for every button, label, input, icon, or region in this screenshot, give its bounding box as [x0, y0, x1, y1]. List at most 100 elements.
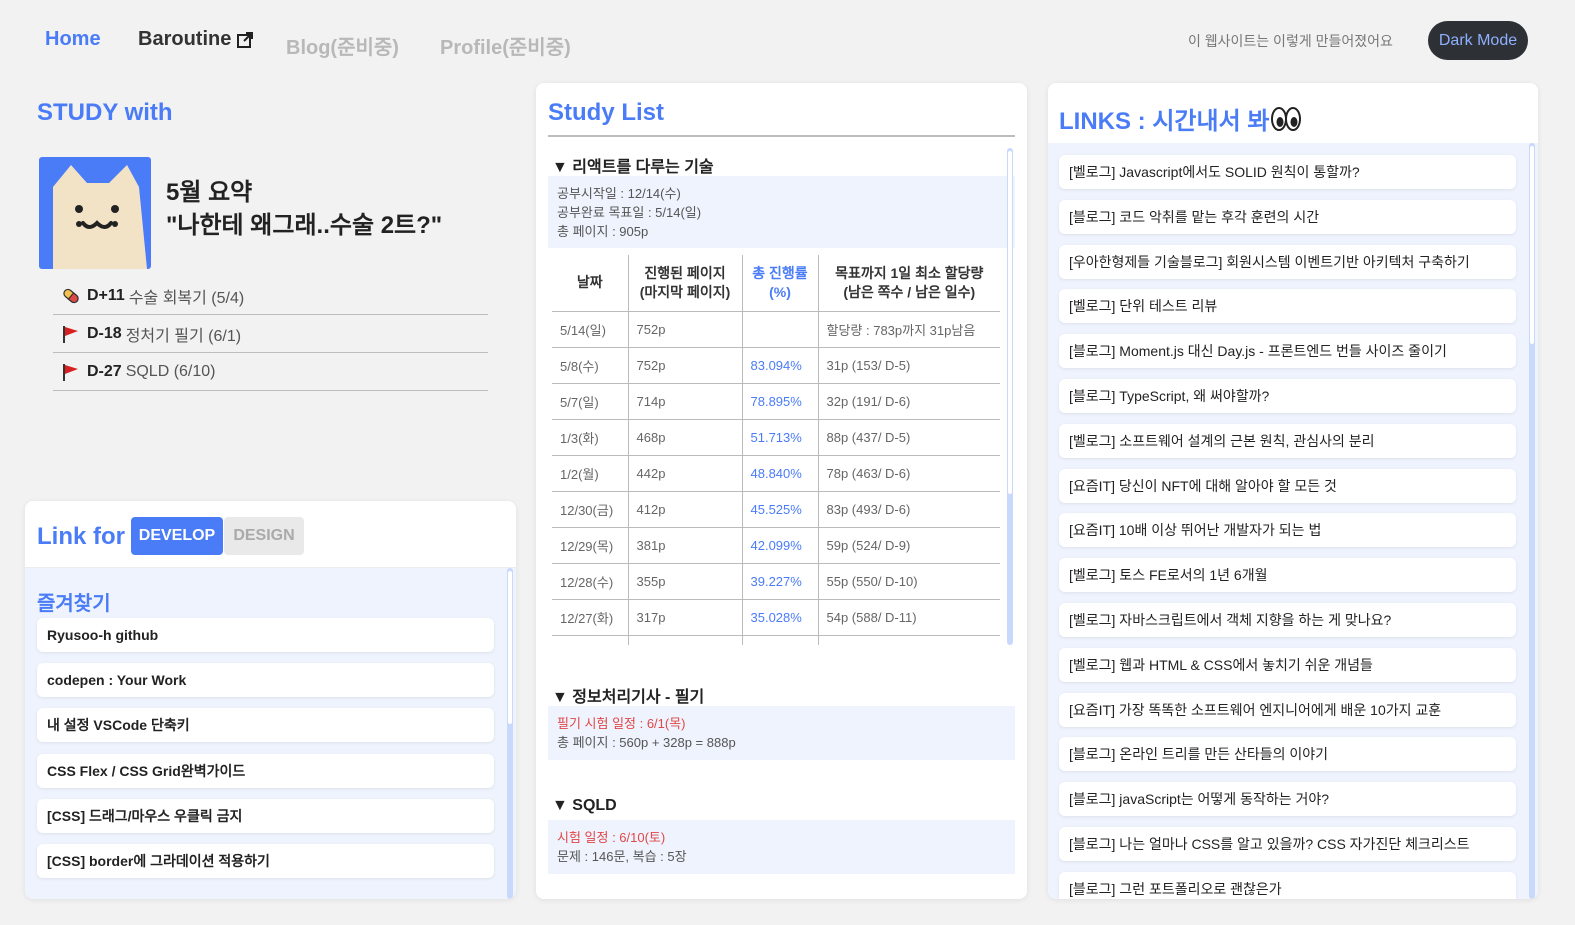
table-row: 12/29(목) 381p 42.099% 59p (524/ D-9)	[552, 527, 1000, 564]
dday-item: D+11 수술 회복기 (5/4)	[53, 277, 488, 315]
external-link-icon	[237, 31, 254, 48]
react-scrollbar[interactable]	[1007, 148, 1013, 645]
links-scrollbar[interactable]	[1529, 143, 1535, 899]
dday-text: SQLD (6/10)	[125, 362, 216, 380]
col-header-pages: 진행된 페이지 (마지막 페이지)	[628, 255, 743, 312]
favorite-link[interactable]: codepen : Your Work	[37, 663, 494, 697]
cell-progress: 35.028%	[742, 599, 819, 636]
cell-date: 5/7(일)	[552, 383, 629, 420]
col-header-date: 날짜	[552, 255, 629, 312]
link-item[interactable]: [요즘IT] 당신이 NFT에 대해 알아야 할 모든 것	[1059, 469, 1516, 503]
link-item[interactable]: [요즘IT] 가장 똑똑한 소프트웨어 엔지니어에게 배운 10가지 교훈	[1059, 693, 1516, 727]
table-row: 5/14(일) 752p 할당량 : 783p까지 31p남음	[552, 311, 1000, 348]
cell-pages: 714p	[628, 383, 743, 420]
cell-pages: 468p	[628, 419, 743, 456]
cell-progress: 42.099%	[742, 527, 819, 564]
scrollbar-thumb[interactable]	[507, 570, 513, 725]
nav-blog-link: Blog(준비중)	[286, 37, 399, 59]
cell-pages: 752p	[628, 347, 743, 384]
link-item[interactable]: [블로그] TypeScript, 왜 써야할까?	[1059, 379, 1516, 413]
link-for-title: Link for	[37, 523, 125, 550]
cell-date: 12/29(목)	[552, 527, 629, 564]
dark-mode-button[interactable]: Dark Mode	[1428, 21, 1528, 60]
table-row: 1/2(월) 442p 48.840% 78p (463/ D-6)	[552, 455, 1000, 492]
jeongcheogi-total-pages: 총 페이지 : 560p + 328p = 888p	[557, 735, 736, 750]
flag-icon	[63, 363, 78, 381]
favorite-link[interactable]: [CSS] 드래그/마우스 우클릭 금지	[37, 799, 494, 833]
link-item[interactable]: [요즘IT] 10배 이상 뛰어난 개발자가 되는 법	[1059, 513, 1516, 547]
cat-avatar-icon	[53, 165, 147, 269]
cell-date: 12/28(수)	[552, 563, 629, 600]
favorite-link[interactable]: [CSS] border에 그라데이션 적용하기	[37, 844, 494, 878]
summary-quote: "나한테 왜그래..수술 2트?"	[166, 212, 443, 239]
cell-progress: 48.840%	[742, 455, 819, 492]
cell-date: 5/14(일)	[552, 311, 629, 348]
favorite-link[interactable]: CSS Flex / CSS Grid완벽가이드	[37, 754, 494, 788]
nav-home-link[interactable]: Home	[45, 28, 101, 51]
nav-baroutine-link[interactable]: Baroutine	[138, 28, 254, 51]
cell-quota: 78p (463/ D-6)	[818, 455, 1000, 492]
link-item[interactable]: [블로그] 코드 악취를 맡는 후각 훈련의 시간	[1059, 200, 1516, 234]
eyes-icon	[1271, 106, 1302, 131]
cell-date: 5/8(수)	[552, 347, 629, 384]
favorite-link[interactable]: Ryusoo-h github	[37, 618, 494, 652]
table-row: 12/30(금) 412p 45.525% 83p (493/ D-6)	[552, 491, 1000, 528]
link-item[interactable]: [벨로그] 소프트웨어 설계의 근본 원칙, 관심사의 분리	[1059, 424, 1516, 458]
cell-quota: 31p (153/ D-5)	[818, 347, 1000, 384]
dday-code: D+11	[87, 286, 125, 304]
link-item[interactable]: [벨로그] Javascript에서도 SOLID 원칙이 통할까?	[1059, 155, 1516, 189]
table-row: 5/7(일) 714p 78.895% 32p (191/ D-6)	[552, 383, 1000, 420]
progress-table-viewport: 날짜 진행된 페이지 (마지막 페이지) 총 진행률 (%) 목표까지 1일 최…	[536, 83, 1027, 645]
tab-develop[interactable]: DEVELOP	[131, 517, 223, 555]
dday-text: 정처기 필기 (6/1)	[125, 327, 242, 345]
table-row	[552, 635, 1000, 645]
progress-table: 날짜 진행된 페이지 (마지막 페이지) 총 진행률 (%) 목표까지 1일 최…	[552, 255, 1000, 645]
link-item[interactable]: [블로그] 나는 얼마나 CSS를 알고 있을까? CSS 자가진단 체크리스트	[1059, 827, 1516, 861]
link-item[interactable]: [벨로그] 단위 테스트 리뷰	[1059, 289, 1516, 323]
jeongcheogi-info: 필기 시험 일정 : 6/1(목) 총 페이지 : 560p + 328p = …	[548, 706, 1015, 760]
table-row: 12/27(화) 317p 35.028% 54p (588/ D-11)	[552, 599, 1000, 636]
link-item[interactable]: [블로그] 온라인 트리를 만든 산타들의 이야기	[1059, 737, 1516, 771]
pill-icon	[63, 288, 79, 303]
cell-date: 12/30(금)	[552, 491, 629, 528]
cell-quota: 83p (493/ D-6)	[818, 491, 1000, 528]
study-with-title: STUDY with	[37, 99, 173, 126]
link-item[interactable]: [우아한형제들 기술블로그] 회원시스템 이벤트기반 아키텍처 구축하기	[1059, 245, 1516, 279]
scrollbar-thumb[interactable]	[1007, 150, 1013, 495]
link-item[interactable]: [벨로그] 자바스크립트에서 객체 지향을 하는 게 맞나요?	[1059, 603, 1516, 637]
link-item[interactable]: [벨로그] 토스 FE로서의 1년 6개월	[1059, 558, 1516, 592]
links-title-text: LINKS : 시간내서 봐	[1059, 108, 1270, 135]
cell-pages: 381p	[628, 527, 743, 564]
link-for-header: Link for DEVELOP DESIGN	[25, 501, 516, 568]
link-for-scrollbar[interactable]	[507, 568, 513, 899]
section-jeongcheogi-toggle[interactable]: ▼ 정보처리기사 - 필기	[552, 683, 704, 707]
cell-quota: 할당량 : 783p까지 31p남음	[818, 311, 1000, 348]
cell-progress: 45.525%	[742, 491, 819, 528]
link-item[interactable]: [블로그] Moment.js 대신 Day.js - 프론트엔드 번들 사이즈…	[1059, 334, 1516, 368]
table-header-row: 날짜 진행된 페이지 (마지막 페이지) 총 진행률 (%) 목표까지 1일 최…	[552, 255, 1000, 312]
favorite-link[interactable]: 내 설정 VSCode 단축키	[37, 708, 494, 742]
how-made-link[interactable]: 이 웹사이트는 이렇게 만들어졌어요	[1188, 31, 1393, 51]
cell-pages: 442p	[628, 455, 743, 492]
dday-item: D-27 SQLD (6/10)	[53, 353, 488, 391]
link-item[interactable]: [블로그] javaScript는 어떻게 동작하는 거야?	[1059, 782, 1516, 816]
link-item[interactable]: [벨로그] 웹과 HTML & CSS에서 놓치기 쉬운 개념들	[1059, 648, 1516, 682]
cell-progress: 51.713%	[742, 419, 819, 456]
cell-date: 1/3(화)	[552, 419, 629, 456]
avatar	[39, 157, 151, 269]
scrollbar-thumb[interactable]	[1529, 145, 1535, 345]
summary-month: 5월 요약	[166, 179, 253, 206]
col-header-quota: 목표까지 1일 최소 할당량 (남은 쪽수 / 남은 일수)	[818, 255, 1000, 312]
cell-pages: 752p	[628, 311, 743, 348]
link-item[interactable]: [블로그] 그런 포트폴리오로 괜찮은가	[1059, 872, 1516, 899]
jeongcheogi-exam-date: 필기 시험 일정 : 6/1(목)	[557, 716, 686, 731]
tab-design[interactable]: DESIGN	[224, 517, 304, 555]
links-list: [벨로그] Javascript에서도 SOLID 원칙이 통할까? [블로그]…	[1048, 143, 1538, 899]
monthly-summary: 5월 요약 "나한테 왜그래..수술 2트?"	[166, 176, 442, 242]
sqld-info: 시험 일정 : 6/10(토) 문제 : 146문, 복습 : 5장	[548, 820, 1015, 874]
section-sqld-toggle[interactable]: ▼ SQLD	[552, 797, 617, 815]
sqld-problems: 문제 : 146문, 복습 : 5장	[557, 849, 687, 864]
dday-code: D-27	[87, 362, 122, 380]
links-title: LINKS : 시간내서 봐	[1059, 101, 1302, 136]
table-row: 5/8(수) 752p 83.094% 31p (153/ D-5)	[552, 347, 1000, 384]
